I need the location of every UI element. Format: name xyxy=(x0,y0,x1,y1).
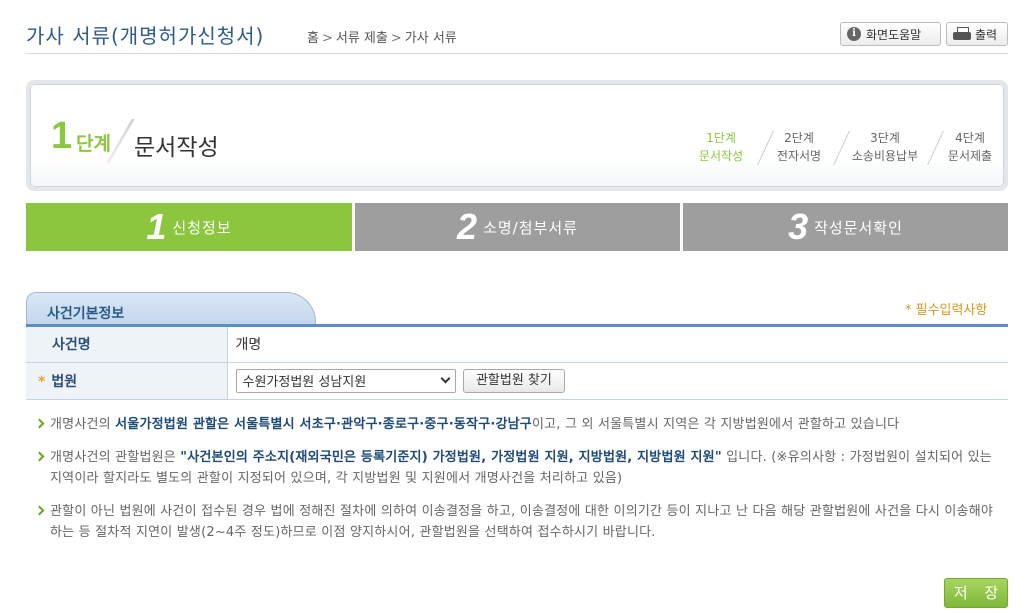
notice-list: 개명사건의 서울가정법원 관할은 서울특별시 서초구·관악구·종로구·중구·동작… xyxy=(36,414,1008,555)
case-info-form: 사건명 개명 * 법원 수원가정법원 성남지원 관할법원 찾기 xyxy=(26,327,1008,400)
court-label: 법원 xyxy=(51,373,78,390)
breadcrumb-current: 가사 서류 xyxy=(404,31,457,46)
tab-attachments[interactable]: 2 소명/첨부서류 xyxy=(355,203,680,251)
breadcrumb: 홈 > 서류 제출 > 가사 서류 xyxy=(307,27,457,46)
progress-step-4: 4단계 문서제출 xyxy=(947,131,993,163)
print-button[interactable]: 출력 xyxy=(946,22,1008,46)
progress-step-2: 2단계 전자서명 xyxy=(776,131,822,163)
case-name-label: 사건명 xyxy=(26,327,228,363)
screen-help-label: 화면도움말 xyxy=(866,27,922,42)
breadcrumb-home[interactable]: 홈 xyxy=(307,27,319,46)
screen-help-button[interactable]: i 화면도움말 xyxy=(840,22,941,46)
current-step-number: 1 xyxy=(51,115,73,157)
page-title: 가사 서류(개명허가신청서) xyxy=(26,24,265,48)
chevron-right-icon: > xyxy=(321,31,333,46)
court-select-value: 수원가정법원 성남지원 xyxy=(242,375,367,390)
find-court-button[interactable]: 관할법원 찾기 xyxy=(462,368,565,393)
form-row-case-name: 사건명 개명 xyxy=(26,327,1008,363)
print-label: 출력 xyxy=(975,27,998,42)
progress-step-3: 3단계 소송비용납부 xyxy=(851,131,919,163)
chevron-right-icon: > xyxy=(390,31,402,46)
form-tabs: 1 신청정보 2 소명/첨부서류 3 작성문서확인 xyxy=(26,203,1008,251)
tab-application-info[interactable]: 1 신청정보 xyxy=(26,203,352,251)
printer-icon xyxy=(953,27,971,41)
notice-item: 관할이 아닌 법원에 사건이 접수된 경우 법에 정해진 절차에 의하여 이송결… xyxy=(36,501,1008,543)
page-header: 가사 서류(개명허가신청서) 홈 > 서류 제출 > 가사 서류 i 화면도움말 출력 xyxy=(26,12,1008,54)
required-mark: * xyxy=(38,373,46,390)
step-progress: 1단계 문서작성 2단계 전자서명 3단계 소송비용납부 4단계 문서제출 xyxy=(691,129,1001,169)
current-step-name: 문서작성 xyxy=(134,135,219,161)
notice-item: 개명사건의 관할법원은 "사건본인의 주소지(재외국민은 등록기준지) 가정법원… xyxy=(36,447,1008,489)
step-banner: 1 단계 문서작성 1단계 문서작성 2단계 전자서명 3단계 소송비용납부 4… xyxy=(26,80,1008,191)
breadcrumb-submit[interactable]: 서류 제출 xyxy=(336,27,388,46)
tab-document-review[interactable]: 3 작성문서확인 xyxy=(683,203,1008,251)
section-title: 사건기본정보 xyxy=(47,306,125,322)
section-header: 사건기본정보 xyxy=(26,292,316,325)
progress-step-1: 1단계 문서작성 xyxy=(698,131,744,163)
info-icon: i xyxy=(847,27,861,41)
required-note: * 필수입력사항 xyxy=(905,303,988,318)
court-select[interactable]: 수원가정법원 성남지원 xyxy=(235,368,456,393)
chevron-down-icon xyxy=(440,373,450,384)
form-row-court: * 법원 수원가정법원 성남지원 관할법원 찾기 xyxy=(26,362,1008,400)
court-field-cell: 수원가정법원 성남지원 관할법원 찾기 xyxy=(227,362,1008,400)
case-name-value: 개명 xyxy=(227,327,1008,363)
notice-item: 개명사건의 서울가정법원 관할은 서울특별시 서초구·관악구·종로구·중구·동작… xyxy=(36,414,1008,435)
current-step-unit: 단계 xyxy=(76,133,111,155)
save-button[interactable]: 저 장 xyxy=(944,578,1008,608)
court-label-cell: * 법원 xyxy=(26,362,228,400)
